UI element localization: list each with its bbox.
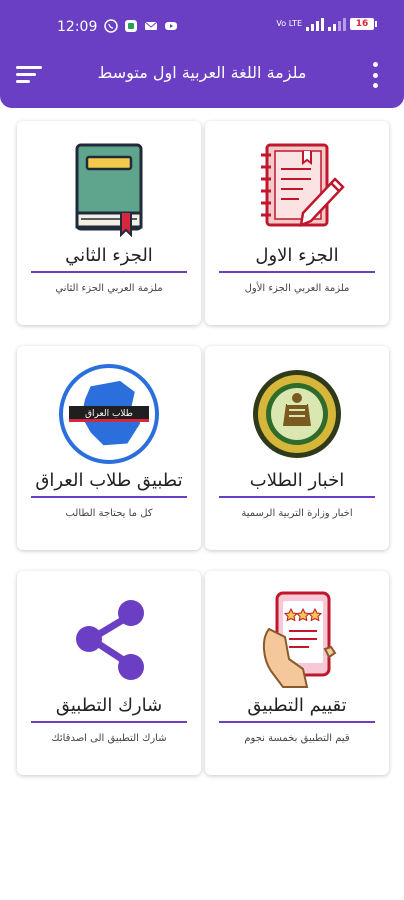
status-time: 12:09 [57, 19, 98, 35]
card-subtitle: ملزمة العربي الجزء الثاني [55, 283, 163, 294]
card-part-two[interactable]: الجزء الثاني ملزمة العربي الجزء الثاني [17, 121, 201, 325]
hamburger-menu-icon[interactable] [16, 64, 46, 86]
app-header: 12:09 Vo LTE 16 ملزمة اللغة العربية اول … [0, 0, 404, 108]
battery-level: 16 [355, 19, 369, 29]
logo-text: طلاب العراق [85, 409, 133, 419]
share-icon [76, 600, 144, 680]
battery-icon: 16 [350, 18, 377, 30]
card-subtitle: قيم التطبيق بخمسة نجوم [244, 733, 350, 744]
mail-icon [144, 21, 158, 30]
notebook-pencil-icon [261, 143, 345, 227]
card-divider [219, 496, 375, 498]
card-title: الجزء الثاني [65, 245, 153, 266]
card-rate-app[interactable]: تقييم التطبيق قيم التطبيق بخمسة نجوم [205, 571, 389, 775]
card-title: تقييم التطبيق [247, 695, 347, 716]
toolbar: ملزمة اللغة العربية اول متوسط [0, 50, 404, 100]
card-students-news[interactable]: اخبار الطلاب اخبار وزارة التربية الرسمية [205, 346, 389, 550]
card-title: تطبيق طلاب العراق [35, 470, 183, 491]
chat-app-icon [125, 20, 137, 32]
card-divider [31, 271, 187, 273]
card-divider [31, 496, 187, 498]
book-icon [75, 143, 143, 238]
card-subtitle: اخبار وزارة التربية الرسمية [241, 508, 353, 519]
card-iraq-students-app[interactable]: طلاب العراق تطبيق طلاب العراق كل ما يحتا… [17, 346, 201, 550]
app-screen: 12:09 Vo LTE 16 ملزمة اللغة العربية اول … [0, 0, 404, 900]
volte-indicator: Vo LTE [276, 19, 302, 28]
more-vert-icon[interactable] [368, 62, 382, 88]
system-status: Vo LTE 16 [274, 17, 377, 31]
card-divider [219, 721, 375, 723]
card-subtitle: شارك التطبيق الى اصدقائك [51, 733, 167, 744]
iraq-students-logo-icon: طلاب العراق [59, 364, 159, 464]
page-title: ملزمة اللغة العربية اول متوسط [97, 63, 307, 82]
rate-app-phone-icon [263, 591, 337, 688]
card-subtitle: كل ما يحتاجة الطالب [65, 508, 153, 519]
logo-banner: طلاب العراق [69, 406, 149, 422]
card-title: الجزء الاول [255, 245, 339, 266]
status-bar: 12:09 Vo LTE 16 [0, 0, 404, 50]
notification-icons [104, 19, 178, 33]
signal-icon [306, 17, 324, 31]
card-part-one[interactable]: الجزء الاول ملزمة العربي الجزء الأول [205, 121, 389, 325]
card-subtitle: ملزمة العربي الجزء الأول [244, 283, 350, 294]
card-divider [219, 271, 375, 273]
card-divider [31, 721, 187, 723]
whatsapp-icon [104, 19, 118, 33]
card-share-app[interactable]: شارك التطبيق شارك التطبيق الى اصدقائك [17, 571, 201, 775]
ministry-emblem-icon [253, 370, 341, 458]
youtube-icon [165, 22, 177, 30]
card-title: اخبار الطلاب [249, 470, 345, 491]
card-title: شارك التطبيق [55, 695, 163, 716]
signal-icon-2 [328, 17, 346, 31]
